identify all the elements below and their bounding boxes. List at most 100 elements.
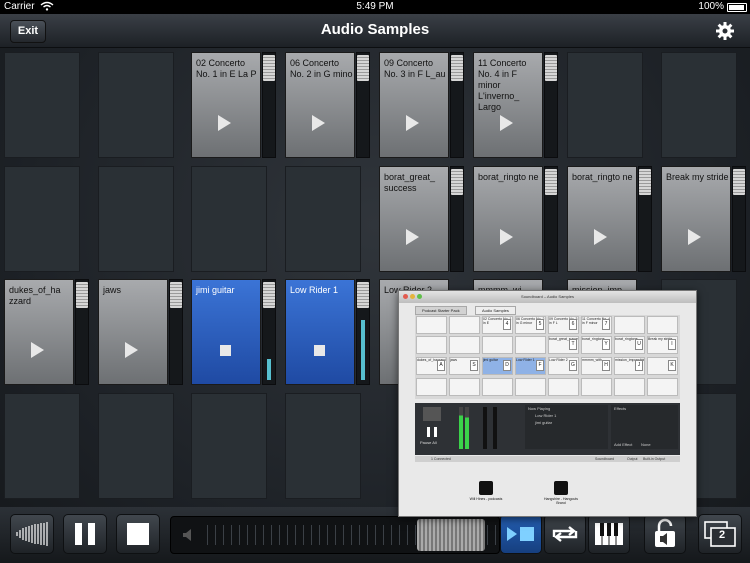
sample-pad[interactable]: 06 Concerto No. 2 in G mino xyxy=(285,52,355,158)
slider-knob[interactable] xyxy=(357,282,369,308)
volume-slider[interactable] xyxy=(732,166,746,272)
slider-knob[interactable] xyxy=(357,55,369,81)
slider-thumb[interactable] xyxy=(417,519,485,551)
volume-slider[interactable] xyxy=(169,279,183,385)
mac-empty-slot[interactable] xyxy=(449,378,480,396)
volume-slider[interactable] xyxy=(262,52,276,158)
mac-volume-slider[interactable] xyxy=(483,407,487,449)
slider-knob[interactable] xyxy=(545,55,557,81)
volume-slider[interactable] xyxy=(356,52,370,158)
slider-knob[interactable] xyxy=(733,169,745,195)
slider-knob[interactable] xyxy=(451,169,463,195)
empty-slot[interactable] xyxy=(4,52,80,158)
mac-empty-slot[interactable] xyxy=(614,378,645,396)
waveform-button[interactable] xyxy=(10,514,54,554)
master-volume-slider[interactable] xyxy=(170,516,500,554)
mac-pad[interactable]: borat_ringtone Y xyxy=(581,336,612,354)
sample-pad[interactable]: borat_ringto ne xyxy=(473,166,543,272)
mac-pad-playing[interactable]: Low Rider 1F xyxy=(515,357,546,375)
sample-pad[interactable]: Break my stride xyxy=(661,166,731,272)
mac-pause-icon[interactable] xyxy=(427,427,437,437)
slider-knob[interactable] xyxy=(170,282,182,308)
volume-slider[interactable] xyxy=(450,52,464,158)
mac-pad[interactable]: jaws S xyxy=(449,357,480,375)
mac-tab-podcast[interactable]: Podcast Starter Pack xyxy=(415,306,467,315)
volume-slider[interactable] xyxy=(450,166,464,272)
mac-pad[interactable]: 09 Concerto No. 3 in F L6 xyxy=(548,316,579,334)
volume-slider[interactable] xyxy=(638,166,652,272)
sample-pad[interactable]: jaws xyxy=(98,279,168,385)
mac-pad[interactable]: dukes_of_hazzard A xyxy=(416,357,447,375)
pause-all-button[interactable] xyxy=(63,514,107,554)
empty-slot[interactable] xyxy=(4,166,80,272)
sample-pad[interactable]: borat_great_ success xyxy=(379,166,449,272)
mac-empty-slot[interactable] xyxy=(416,336,447,354)
mac-pad[interactable]: K xyxy=(647,357,678,375)
gear-icon[interactable] xyxy=(714,20,736,42)
mac-empty-slot[interactable] xyxy=(449,336,480,354)
volume-slider[interactable] xyxy=(544,166,558,272)
mac-pad[interactable]: Low Rider 2G xyxy=(548,357,579,375)
sample-pad-playing[interactable]: jimi guitar xyxy=(191,279,261,385)
mac-pad[interactable]: 11 Concerto No. 4 in F minor 7 xyxy=(581,316,612,334)
mac-pad[interactable]: mmmm_with H xyxy=(581,357,612,375)
desktop-file-icon[interactable] xyxy=(479,481,493,495)
mac-tab-audio-samples[interactable]: Audio Samples xyxy=(475,306,516,315)
volume-slider[interactable] xyxy=(262,279,276,385)
mac-pad-playing[interactable]: jimi guitar D xyxy=(482,357,513,375)
mac-empty-slot[interactable] xyxy=(482,336,513,354)
empty-slot[interactable] xyxy=(567,52,643,158)
now-playing-item[interactable]: Low Rider 1 xyxy=(525,412,608,419)
stop-all-button[interactable] xyxy=(116,514,160,554)
mac-empty-slot[interactable] xyxy=(416,316,447,334)
mac-pad[interactable]: 02 Concerto No. 1 in E4 xyxy=(482,316,513,334)
slider-knob[interactable] xyxy=(451,55,463,81)
mac-empty-slot[interactable] xyxy=(647,378,678,396)
lock-button[interactable] xyxy=(644,514,686,554)
mac-screenshot-overlay[interactable]: Soundboard – Audio Samples Podcast Start… xyxy=(398,290,697,517)
empty-slot[interactable] xyxy=(98,166,174,272)
empty-slot[interactable] xyxy=(191,393,267,499)
add-effect-button[interactable]: Add Effect xyxy=(614,442,632,447)
mac-empty-slot[interactable] xyxy=(482,378,513,396)
loop-button[interactable] xyxy=(544,514,586,554)
volume-slider[interactable] xyxy=(75,279,89,385)
mac-pad[interactable]: mission_impossible J xyxy=(614,357,645,375)
output-select[interactable]: Built-in Output xyxy=(643,456,665,462)
empty-slot[interactable] xyxy=(98,393,174,499)
mac-empty-slot[interactable] xyxy=(515,378,546,396)
empty-slot[interactable] xyxy=(191,166,267,272)
sample-pad[interactable]: 09 Concerto No. 3 in F L_au xyxy=(379,52,449,158)
empty-slot[interactable] xyxy=(661,52,737,158)
mac-pad[interactable]: borat_ringtone U xyxy=(614,336,645,354)
mac-empty-slot[interactable] xyxy=(614,316,645,334)
slider-knob[interactable] xyxy=(639,169,651,195)
mac-empty-slot[interactable] xyxy=(416,378,447,396)
slider-knob[interactable] xyxy=(545,169,557,195)
slider-knob[interactable] xyxy=(263,55,275,81)
mac-empty-slot[interactable] xyxy=(449,316,480,334)
mac-empty-slot[interactable] xyxy=(548,378,579,396)
empty-slot[interactable] xyxy=(4,393,80,499)
mac-empty-slot[interactable] xyxy=(581,378,612,396)
mac-pad[interactable]: borat_great_success T xyxy=(548,336,579,354)
keyboard-button[interactable] xyxy=(588,514,630,554)
empty-slot[interactable] xyxy=(285,166,361,272)
empty-slot[interactable] xyxy=(285,393,361,499)
volume-slider[interactable] xyxy=(356,279,370,385)
mac-empty-slot[interactable] xyxy=(647,316,678,334)
mac-pad[interactable]: 06 Concerto No. 2 in G minor 5 xyxy=(515,316,546,334)
now-playing-item[interactable]: jimi guitar xyxy=(525,419,608,426)
slider-knob[interactable] xyxy=(263,282,275,308)
empty-slot[interactable] xyxy=(98,52,174,158)
slider-knob[interactable] xyxy=(76,282,88,308)
sample-pad[interactable]: 02 Concerto No. 1 in E La P xyxy=(191,52,261,158)
mac-empty-slot[interactable] xyxy=(515,336,546,354)
sample-pad-playing[interactable]: Low Rider 1 xyxy=(285,279,355,385)
screens-button[interactable]: 2 xyxy=(698,514,742,554)
sample-pad[interactable]: dukes_of_ha zzard xyxy=(4,279,74,385)
play-mode-button[interactable] xyxy=(500,514,542,554)
sample-pad[interactable]: borat_ringto ne xyxy=(567,166,637,272)
desktop-file-icon[interactable] xyxy=(554,481,568,495)
effect-select[interactable]: None xyxy=(641,442,651,447)
